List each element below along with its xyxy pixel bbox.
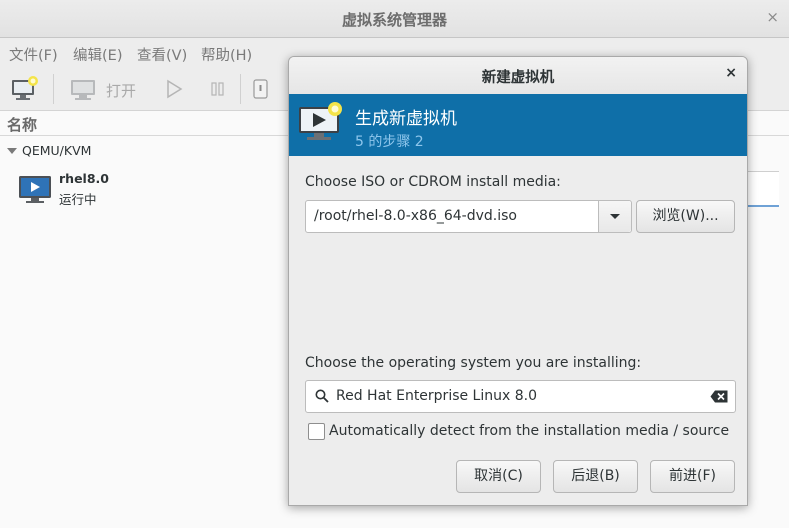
menu-edit[interactable]: 编辑(E): [73, 44, 122, 65]
media-label: Choose ISO or CDROM install media:: [305, 174, 561, 190]
browse-button[interactable]: 浏览(W)...: [636, 200, 735, 233]
banner-title: 生成新虚拟机: [355, 109, 457, 129]
vm-name: rhel8.0: [59, 171, 109, 186]
toolbar-separator: [240, 74, 241, 104]
main-window-title: 虚拟系统管理器: [341, 11, 447, 29]
background-graph-field: [745, 171, 779, 207]
expander-triangle-icon[interactable]: [7, 148, 17, 154]
monitor-icon[interactable]: [69, 76, 97, 102]
wizard-banner: 生成新虚拟机 5 的步骤 2: [289, 94, 747, 156]
back-button[interactable]: 后退(B): [553, 460, 638, 493]
connection-row[interactable]: QEMU/KVM: [0, 141, 300, 161]
vm-monitor-icon: [19, 176, 51, 203]
vm-status: 运行中: [59, 192, 97, 207]
main-close-button[interactable]: ×: [766, 8, 779, 26]
play-icon[interactable]: [160, 76, 188, 102]
install-media-value[interactable]: /root/rhel-8.0-x86_64-dvd.iso: [314, 208, 517, 224]
vm-list-item[interactable]: rhel8.0 运行中: [0, 168, 288, 208]
toolbar-separator: [53, 74, 54, 104]
auto-detect-checkbox[interactable]: [308, 423, 325, 440]
banner-step: 5 的步骤 2: [355, 134, 424, 150]
menu-view[interactable]: 查看(V): [137, 44, 187, 65]
install-media-combo[interactable]: /root/rhel-8.0-x86_64-dvd.iso: [305, 200, 632, 233]
main-titlebar: 虚拟系统管理器 ×: [0, 0, 789, 38]
menu-file[interactable]: 文件(F): [9, 44, 58, 65]
pause-icon[interactable]: [204, 76, 232, 102]
media-dropdown-button[interactable]: [598, 201, 631, 232]
dialog-titlebar: 新建虚拟机 ×: [289, 57, 747, 95]
new-vm-icon: [299, 102, 342, 140]
auto-detect-label[interactable]: Automatically detect from the installati…: [329, 423, 729, 439]
new-vm-dialog: 新建虚拟机 × 生成新虚拟机 5 的步骤 2 Choose ISO or CDR…: [288, 56, 748, 506]
shutdown-icon[interactable]: [247, 76, 275, 102]
os-search-value[interactable]: Red Hat Enterprise Linux 8.0: [336, 388, 537, 404]
clear-icon[interactable]: [710, 390, 728, 403]
dialog-close-button[interactable]: ×: [725, 65, 737, 81]
new-vm-icon[interactable]: [11, 76, 39, 102]
dropdown-arrow-icon: [610, 214, 620, 219]
connection-label: QEMU/KVM: [22, 143, 92, 158]
search-icon: [315, 389, 329, 403]
column-header-name: 名称: [7, 116, 38, 134]
menu-help[interactable]: 帮助(H): [201, 44, 252, 65]
toolbar-open-label[interactable]: 打开: [106, 80, 136, 101]
os-label: Choose the operating system you are inst…: [305, 355, 642, 371]
os-search-field[interactable]: Red Hat Enterprise Linux 8.0: [305, 380, 736, 413]
cancel-button[interactable]: 取消(C): [456, 460, 541, 493]
forward-button[interactable]: 前进(F): [650, 460, 735, 493]
dialog-title: 新建虚拟机: [481, 70, 555, 86]
